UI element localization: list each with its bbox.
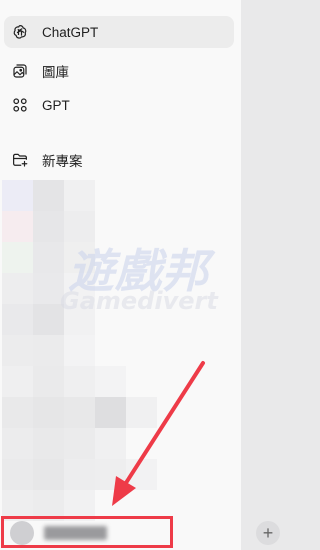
new-folder-icon: [11, 151, 29, 169]
sidebar: ChatGPT 圖庫 GPT 新專案 遊戲邦 Gamedivert Userna…: [0, 0, 241, 550]
blurred-chat-history: [0, 180, 160, 521]
plus-icon: +: [262, 523, 274, 543]
chatgpt-logo-icon: [11, 23, 29, 41]
grid-icon: [11, 96, 29, 114]
sidebar-item-label: 圖庫: [42, 65, 69, 80]
add-button[interactable]: +: [256, 521, 280, 545]
sidebar-item-chatgpt[interactable]: ChatGPT: [4, 16, 234, 48]
library-icon: [11, 62, 29, 80]
sidebar-item-label: ChatGPT: [42, 24, 99, 40]
sidebar-item-label: 新專案: [42, 154, 83, 169]
sidebar-item-new-project[interactable]: 新專案: [4, 144, 234, 176]
annotation-highlight-box: [1, 516, 173, 548]
sidebar-item-library[interactable]: 圖庫: [4, 55, 234, 87]
sidebar-item-gpt[interactable]: GPT: [4, 89, 234, 121]
sidebar-item-label: GPT: [42, 97, 70, 113]
